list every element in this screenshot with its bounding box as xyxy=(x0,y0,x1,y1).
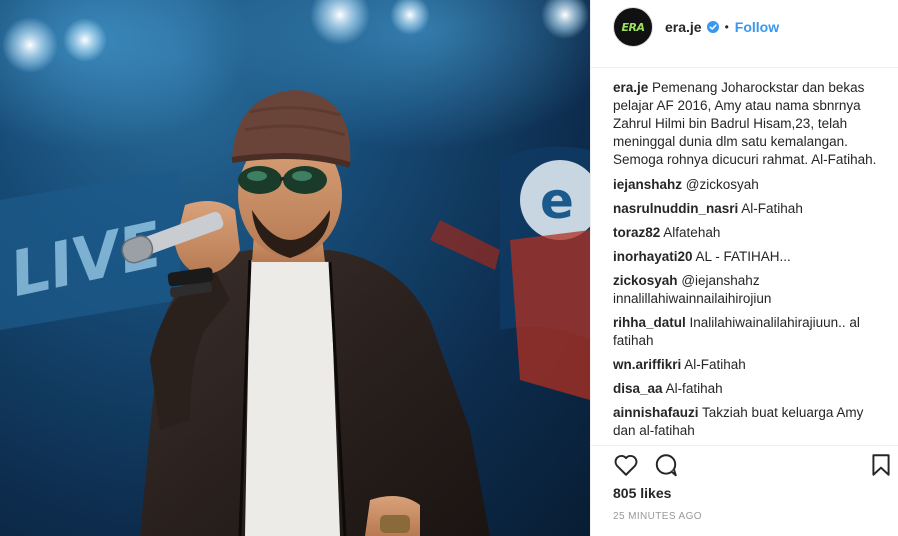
header-divider xyxy=(591,67,898,68)
comment-username[interactable]: ainnishafauzi xyxy=(613,405,699,420)
post-side-panel: ERA era.je • Follow era.je Pemenang Joha… xyxy=(590,0,898,536)
post-timestamp: 25 MINUTES AGO xyxy=(613,511,702,522)
follow-button[interactable]: Follow xyxy=(735,19,779,35)
comment-item: toraz82 Alfatehah xyxy=(613,224,889,242)
comment-bubble-icon[interactable] xyxy=(653,452,679,478)
comment-item: wn.ariffikri Al-Fatihah xyxy=(613,356,889,374)
post-header: ERA era.je • Follow xyxy=(591,0,898,54)
comments-list: era.je Pemenang Joharockstar dan bekas p… xyxy=(613,79,889,446)
comment-username[interactable]: rihha_datul xyxy=(613,315,686,330)
comment-item: disa_aa Al-fatihah xyxy=(613,380,889,398)
comment-item: iejanshahz @zickosyah xyxy=(613,176,889,194)
comment-text: Al-Fatihah xyxy=(741,201,803,216)
comment-item: nasrulnuddin_nasri Al-Fatihah xyxy=(613,200,889,218)
comment-username[interactable]: disa_aa xyxy=(613,381,663,396)
verified-badge-icon xyxy=(706,21,719,33)
caption-text: Pemenang Joharockstar dan bekas pelajar … xyxy=(613,80,877,167)
comment-item: inorhayati20 AL - FATIHAH... xyxy=(613,248,889,266)
comment-username[interactable]: inorhayati20 xyxy=(613,249,693,264)
comment-item: ainnishafauzi Takziah buat keluarga Amy … xyxy=(613,404,889,440)
actions-divider xyxy=(591,445,898,446)
comment-username[interactable]: wn.ariffikri xyxy=(613,357,681,372)
bookmark-icon[interactable] xyxy=(868,452,894,478)
avatar-logo-text: ERA xyxy=(621,20,646,34)
comment-text: Al-Fatihah xyxy=(684,357,746,372)
header-separator: • xyxy=(724,20,729,34)
comment-username[interactable]: zickosyah xyxy=(613,273,678,288)
avatar[interactable]: ERA xyxy=(613,7,653,47)
comment-item: rihha_datul Inalilahiwainalilahirajiuun.… xyxy=(613,314,889,350)
comment-text: Al-fatihah xyxy=(665,381,723,396)
post-username[interactable]: era.je xyxy=(665,19,702,35)
comment-username[interactable]: iejanshahz xyxy=(613,177,682,192)
comment-text: Alfatehah xyxy=(663,225,721,240)
comment-text: AL - FATIHAH... xyxy=(695,249,791,264)
singer-photo-illustration: LIVE e xyxy=(0,0,590,536)
instagram-post: LIVE e ERA era.je • Follow era.je Pemena… xyxy=(0,0,898,536)
post-photo[interactable]: LIVE e xyxy=(0,0,590,536)
comment-item: zickosyah @iejanshahz innalillahiwainnai… xyxy=(613,272,889,308)
comment-username[interactable]: toraz82 xyxy=(613,225,660,240)
action-bar xyxy=(613,452,890,480)
heart-icon[interactable] xyxy=(613,452,639,478)
svg-text:e: e xyxy=(540,172,574,230)
comment-username[interactable]: nasrulnuddin_nasri xyxy=(613,201,738,216)
post-caption: era.je Pemenang Joharockstar dan bekas p… xyxy=(613,79,889,169)
comment-text: @zickosyah xyxy=(685,177,759,192)
likes-count[interactable]: 805 likes xyxy=(613,485,671,501)
caption-username[interactable]: era.je xyxy=(613,80,648,95)
